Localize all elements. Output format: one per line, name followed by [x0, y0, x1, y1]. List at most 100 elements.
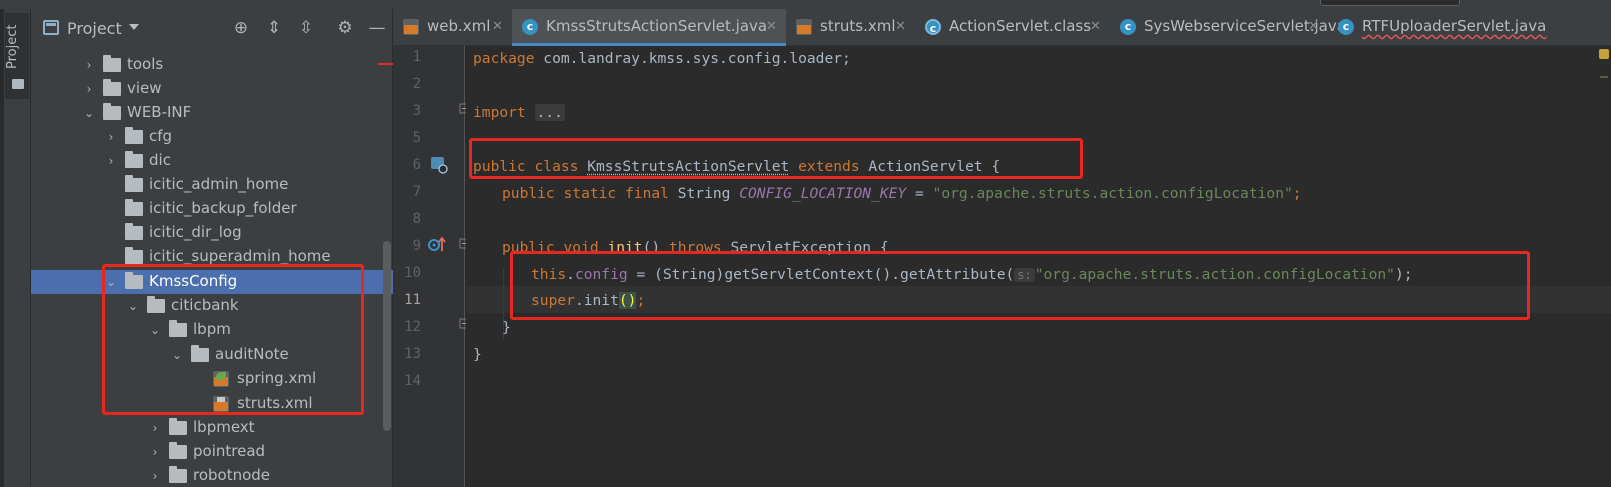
code-line-1[interactable]: package com.landray.kmss.sys.config.load… — [473, 50, 851, 67]
line-number: 14 — [393, 373, 421, 389]
java-class-icon: c — [1338, 19, 1354, 35]
folder-icon — [12, 79, 24, 89]
project-tool-tab-label: Project — [5, 9, 20, 69]
collapse-all-icon[interactable]: ⇳ — [296, 18, 316, 38]
editor-tab[interactable]: web.xml ✕ — [393, 9, 512, 46]
chevron-right-icon[interactable]: › — [149, 469, 161, 483]
close-icon[interactable]: ✕ — [1308, 19, 1319, 34]
project-view-icon — [43, 20, 59, 35]
java-class-icon: c — [522, 19, 538, 35]
string-literal: "org.apache.struts.action.configLocation… — [933, 185, 1293, 202]
tree-node[interactable]: › lbpmext — [31, 416, 393, 440]
servlet-mapping-icon[interactable] — [430, 156, 448, 174]
annotation-marker — [378, 63, 393, 65]
tree-node[interactable]: › tools — [31, 53, 393, 77]
chevron-right-icon[interactable]: › — [105, 130, 117, 144]
tree-node[interactable]: › dic — [31, 149, 393, 173]
editor-tabs: web.xml ✕ c KmssStrutsActionServlet.java ✕ st… — [393, 9, 1611, 46]
editor-tab-label: RTFUploaderServlet.java — [1362, 17, 1546, 35]
tree-node[interactable]: › robotnode — [31, 464, 393, 487]
code-line-7[interactable]: public static final String CONFIG_LOCATI… — [502, 185, 1302, 202]
tree-node-label: icitic_superadmin_home — [149, 247, 331, 265]
chevron-right-icon[interactable]: › — [149, 421, 161, 435]
folder-icon — [169, 445, 187, 459]
chevron-down-icon[interactable]: ⌄ — [83, 106, 95, 120]
folder-icon — [125, 178, 143, 192]
line-number-current: 11 — [393, 292, 421, 308]
tree-node[interactable]: › pointread — [31, 440, 393, 464]
close-icon[interactable]: ✕ — [895, 19, 906, 34]
compiled-class-icon: c — [925, 19, 941, 35]
code-line-3[interactable]: import ... — [473, 104, 565, 121]
folder-icon — [125, 250, 143, 264]
semicolon: ; — [1293, 185, 1302, 202]
editor-tab[interactable]: c SysWebserviceServlet.java ✕ — [1110, 9, 1328, 46]
keyword: import — [473, 104, 526, 121]
xml-file-icon — [403, 19, 419, 35]
annotation-box-class-declaration — [469, 138, 1083, 179]
tree-node[interactable]: ⌄ WEB-INF — [31, 101, 393, 125]
search-field[interactable] — [1320, 0, 1460, 6]
line-number: 6 — [393, 157, 421, 173]
line-number: 2 — [393, 76, 421, 92]
tree-node[interactable]: icitic_backup_folder — [31, 197, 393, 221]
xml-file-icon — [796, 19, 812, 35]
folded-imports[interactable]: ... — [535, 104, 565, 121]
java-class-icon: c — [1120, 19, 1136, 35]
code-line-12[interactable]: } — [502, 319, 511, 336]
tree-node-label: lbpmext — [193, 418, 255, 436]
editor-gutter: 1 2 3 5 6 7 8 9 10 11 12 13 14 — [393, 46, 465, 487]
tree-node-label: view — [127, 79, 162, 97]
line-number: 13 — [393, 346, 421, 362]
editor-tab[interactable]: struts.xml ✕ — [786, 9, 915, 46]
editor-tab-label: web.xml — [427, 17, 490, 35]
editor-tab[interactable]: c KmssStrutsActionServlet.java ✕ — [512, 9, 786, 46]
line-number: 10 — [393, 265, 421, 281]
code-line-13[interactable]: } — [473, 346, 482, 363]
chevron-down-icon[interactable] — [129, 24, 139, 30]
folder-icon — [125, 202, 143, 216]
tree-node-label: robotnode — [193, 466, 270, 484]
tree-node[interactable]: › view — [31, 77, 393, 101]
warning-indicator-icon[interactable] — [1599, 49, 1609, 59]
editor-scrollbar[interactable] — [1596, 46, 1611, 487]
close-icon[interactable]: ✕ — [766, 19, 777, 34]
project-tool-tab[interactable]: Project — [5, 13, 29, 99]
scroll-marker — [1600, 76, 1608, 78]
expand-all-icon[interactable]: ⇕ — [264, 18, 284, 38]
tree-node-label: pointread — [193, 442, 265, 460]
folder-icon — [125, 154, 143, 168]
chevron-right-icon[interactable]: › — [83, 82, 95, 96]
close-icon[interactable]: ✕ — [492, 19, 503, 34]
tree-node[interactable]: icitic_dir_log — [31, 221, 393, 245]
tool-window-stripe: Project — [0, 9, 31, 487]
project-panel: Project ⊕ ⇕ ⇳ ⚙ — › tools › view ⌄ WEB-INF › cf… — [31, 9, 393, 487]
tree-node-label: icitic_admin_home — [149, 175, 288, 193]
keyword: package — [473, 50, 535, 67]
tree-node[interactable]: › cfg — [31, 125, 393, 149]
folder-icon — [125, 130, 143, 144]
annotation-box-config-folder — [102, 264, 364, 415]
tree-node-label: dic — [149, 151, 171, 169]
gear-icon[interactable]: ⚙ — [335, 18, 355, 38]
locate-file-icon[interactable]: ⊕ — [231, 18, 251, 38]
panel-scrollbar[interactable] — [383, 241, 391, 431]
line-number: 12 — [393, 319, 421, 335]
type-name: String — [669, 185, 739, 202]
close-icon[interactable]: ✕ — [1090, 19, 1101, 34]
chevron-right-icon[interactable]: › — [83, 58, 95, 72]
folder-icon — [103, 82, 121, 96]
annotation-box-init-method — [510, 251, 1530, 320]
chevron-right-icon[interactable]: › — [105, 154, 117, 168]
minimize-icon[interactable]: — — [367, 18, 387, 38]
line-number: 3 — [393, 103, 421, 119]
constant-name: CONFIG_LOCATION_KEY — [739, 185, 906, 202]
folder-icon — [103, 58, 121, 72]
editor-tab[interactable]: c ActionServlet.class ✕ — [915, 9, 1110, 46]
override-method-icon[interactable] — [427, 236, 449, 254]
project-view-title[interactable]: Project — [67, 19, 122, 38]
operator: = — [906, 185, 932, 202]
tree-node[interactable]: icitic_admin_home — [31, 173, 393, 197]
chevron-right-icon[interactable]: › — [149, 445, 161, 459]
editor-tab[interactable]: c RTFUploaderServlet.java — [1328, 9, 1611, 46]
